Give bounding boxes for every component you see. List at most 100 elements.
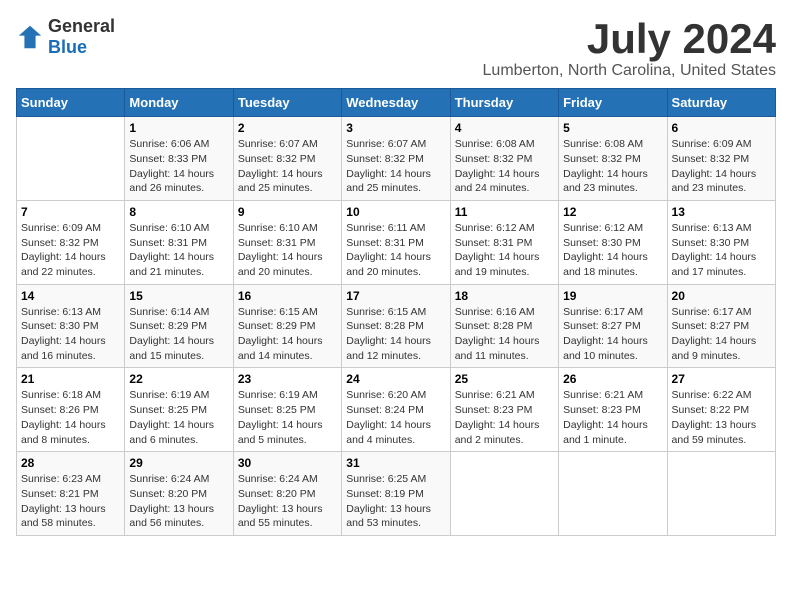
day-number: 5 [563, 121, 662, 135]
day-info: Sunrise: 6:20 AM Sunset: 8:24 PM Dayligh… [346, 388, 445, 447]
logo-icon [16, 23, 44, 51]
day-info: Sunrise: 6:21 AM Sunset: 8:23 PM Dayligh… [455, 388, 554, 447]
day-info: Sunrise: 6:06 AM Sunset: 8:33 PM Dayligh… [129, 137, 228, 196]
calendar-table: SundayMondayTuesdayWednesdayThursdayFrid… [16, 88, 776, 536]
logo: General Blue [16, 16, 115, 58]
day-cell: 29 Sunrise: 6:24 AM Sunset: 8:20 PM Dayli… [125, 452, 233, 536]
day-header-sunday: Sunday [17, 89, 125, 117]
day-info: Sunrise: 6:13 AM Sunset: 8:30 PM Dayligh… [21, 305, 120, 364]
day-cell: 1Sunrise: 6:06 AM Sunset: 8:33 PM Daylig… [125, 117, 233, 201]
day-info: Sunrise: 6:19 AM Sunset: 8:25 PM Dayligh… [129, 388, 228, 447]
day-number: 4 [455, 121, 554, 135]
day-info: Sunrise: 6:21 AM Sunset: 8:23 PM Dayligh… [563, 388, 662, 447]
title-area: July 2024 Lumberton, North Carolina, Uni… [483, 16, 776, 80]
logo-blue: Blue [48, 37, 87, 57]
day-info: Sunrise: 6:25 AM Sunset: 8:19 PM Dayligh… [346, 472, 445, 531]
day-header-friday: Friday [559, 89, 667, 117]
day-info: Sunrise: 6:10 AM Sunset: 8:31 PM Dayligh… [129, 221, 228, 280]
day-number: 28 [21, 456, 120, 470]
day-header-monday: Monday [125, 89, 233, 117]
week-row-4: 21Sunrise: 6:18 AM Sunset: 8:26 PM Dayli… [17, 368, 776, 452]
day-info: Sunrise: 6:23 AM Sunset: 8:21 PM Dayligh… [21, 472, 120, 531]
day-number: 13 [672, 205, 771, 219]
day-cell: 19 Sunrise: 6:17 AM Sunset: 8:27 PM Dayli… [559, 284, 667, 368]
day-number: 9 [238, 205, 337, 219]
calendar-header-row: SundayMondayTuesdayWednesdayThursdayFrid… [17, 89, 776, 117]
day-number: 6 [672, 121, 771, 135]
week-row-1: 1Sunrise: 6:06 AM Sunset: 8:33 PM Daylig… [17, 117, 776, 201]
day-number: 16 [238, 289, 337, 303]
day-info: Sunrise: 6:13 AM Sunset: 8:30 PM Dayligh… [672, 221, 771, 280]
day-cell: 22 Sunrise: 6:19 AM Sunset: 8:25 PM Dayli… [125, 368, 233, 452]
day-header-wednesday: Wednesday [342, 89, 450, 117]
day-cell: 7 Sunrise: 6:09 AM Sunset: 8:32 PM Daylig… [17, 200, 125, 284]
week-row-2: 7 Sunrise: 6:09 AM Sunset: 8:32 PM Daylig… [17, 200, 776, 284]
day-header-thursday: Thursday [450, 89, 558, 117]
day-cell: 31Sunrise: 6:25 AM Sunset: 8:19 PM Dayli… [342, 452, 450, 536]
day-number: 21 [21, 372, 120, 386]
day-cell: 21Sunrise: 6:18 AM Sunset: 8:26 PM Dayli… [17, 368, 125, 452]
day-header-saturday: Saturday [667, 89, 775, 117]
day-number: 29 [129, 456, 228, 470]
day-cell: 28 Sunrise: 6:23 AM Sunset: 8:21 PM Dayli… [17, 452, 125, 536]
day-cell: 25 Sunrise: 6:21 AM Sunset: 8:23 PM Dayli… [450, 368, 558, 452]
main-title: July 2024 [483, 16, 776, 62]
day-info: Sunrise: 6:09 AM Sunset: 8:32 PM Dayligh… [672, 137, 771, 196]
day-cell: 20Sunrise: 6:17 AM Sunset: 8:27 PM Dayli… [667, 284, 775, 368]
day-cell: 24Sunrise: 6:20 AM Sunset: 8:24 PM Dayli… [342, 368, 450, 452]
day-number: 17 [346, 289, 445, 303]
subtitle: Lumberton, North Carolina, United States [483, 62, 776, 80]
day-cell: 18 Sunrise: 6:16 AM Sunset: 8:28 PM Dayli… [450, 284, 558, 368]
week-row-3: 14 Sunrise: 6:13 AM Sunset: 8:30 PM Dayli… [17, 284, 776, 368]
day-header-tuesday: Tuesday [233, 89, 341, 117]
day-number: 26 [563, 372, 662, 386]
day-cell: 10Sunrise: 6:11 AM Sunset: 8:31 PM Dayli… [342, 200, 450, 284]
day-cell: 2 Sunrise: 6:07 AM Sunset: 8:32 PM Daylig… [233, 117, 341, 201]
day-cell: 13 Sunrise: 6:13 AM Sunset: 8:30 PM Dayli… [667, 200, 775, 284]
day-cell [17, 117, 125, 201]
day-info: Sunrise: 6:15 AM Sunset: 8:29 PM Dayligh… [238, 305, 337, 364]
day-number: 8 [129, 205, 228, 219]
day-info: Sunrise: 6:07 AM Sunset: 8:32 PM Dayligh… [346, 137, 445, 196]
day-cell: 16 Sunrise: 6:15 AM Sunset: 8:29 PM Dayli… [233, 284, 341, 368]
day-cell [450, 452, 558, 536]
day-cell: 4 Sunrise: 6:08 AM Sunset: 8:32 PM Daylig… [450, 117, 558, 201]
day-number: 10 [346, 205, 445, 219]
day-number: 25 [455, 372, 554, 386]
day-cell: 23Sunrise: 6:19 AM Sunset: 8:25 PM Dayli… [233, 368, 341, 452]
day-cell: 14 Sunrise: 6:13 AM Sunset: 8:30 PM Dayli… [17, 284, 125, 368]
day-cell [667, 452, 775, 536]
day-cell: 9 Sunrise: 6:10 AM Sunset: 8:31 PM Daylig… [233, 200, 341, 284]
day-number: 22 [129, 372, 228, 386]
calendar-body: 1Sunrise: 6:06 AM Sunset: 8:33 PM Daylig… [17, 117, 776, 536]
day-info: Sunrise: 6:07 AM Sunset: 8:32 PM Dayligh… [238, 137, 337, 196]
logo-general: General [48, 16, 115, 36]
day-info: Sunrise: 6:15 AM Sunset: 8:28 PM Dayligh… [346, 305, 445, 364]
day-info: Sunrise: 6:09 AM Sunset: 8:32 PM Dayligh… [21, 221, 120, 280]
day-cell: 26 Sunrise: 6:21 AM Sunset: 8:23 PM Dayli… [559, 368, 667, 452]
day-number: 12 [563, 205, 662, 219]
day-number: 2 [238, 121, 337, 135]
day-number: 7 [21, 205, 120, 219]
week-row-5: 28 Sunrise: 6:23 AM Sunset: 8:21 PM Dayli… [17, 452, 776, 536]
day-number: 14 [21, 289, 120, 303]
day-info: Sunrise: 6:08 AM Sunset: 8:32 PM Dayligh… [563, 137, 662, 196]
day-number: 20 [672, 289, 771, 303]
day-cell [559, 452, 667, 536]
day-info: Sunrise: 6:08 AM Sunset: 8:32 PM Dayligh… [455, 137, 554, 196]
day-cell: 8 Sunrise: 6:10 AM Sunset: 8:31 PM Daylig… [125, 200, 233, 284]
day-info: Sunrise: 6:10 AM Sunset: 8:31 PM Dayligh… [238, 221, 337, 280]
header: General Blue July 2024 Lumberton, North … [16, 16, 776, 80]
day-info: Sunrise: 6:24 AM Sunset: 8:20 PM Dayligh… [129, 472, 228, 531]
day-info: Sunrise: 6:24 AM Sunset: 8:20 PM Dayligh… [238, 472, 337, 531]
day-number: 19 [563, 289, 662, 303]
day-number: 18 [455, 289, 554, 303]
day-number: 3 [346, 121, 445, 135]
day-number: 11 [455, 205, 554, 219]
day-info: Sunrise: 6:17 AM Sunset: 8:27 PM Dayligh… [563, 305, 662, 364]
day-cell: 30Sunrise: 6:24 AM Sunset: 8:20 PM Dayli… [233, 452, 341, 536]
day-cell: 12Sunrise: 6:12 AM Sunset: 8:30 PM Dayli… [559, 200, 667, 284]
day-info: Sunrise: 6:16 AM Sunset: 8:28 PM Dayligh… [455, 305, 554, 364]
day-number: 23 [238, 372, 337, 386]
day-number: 27 [672, 372, 771, 386]
